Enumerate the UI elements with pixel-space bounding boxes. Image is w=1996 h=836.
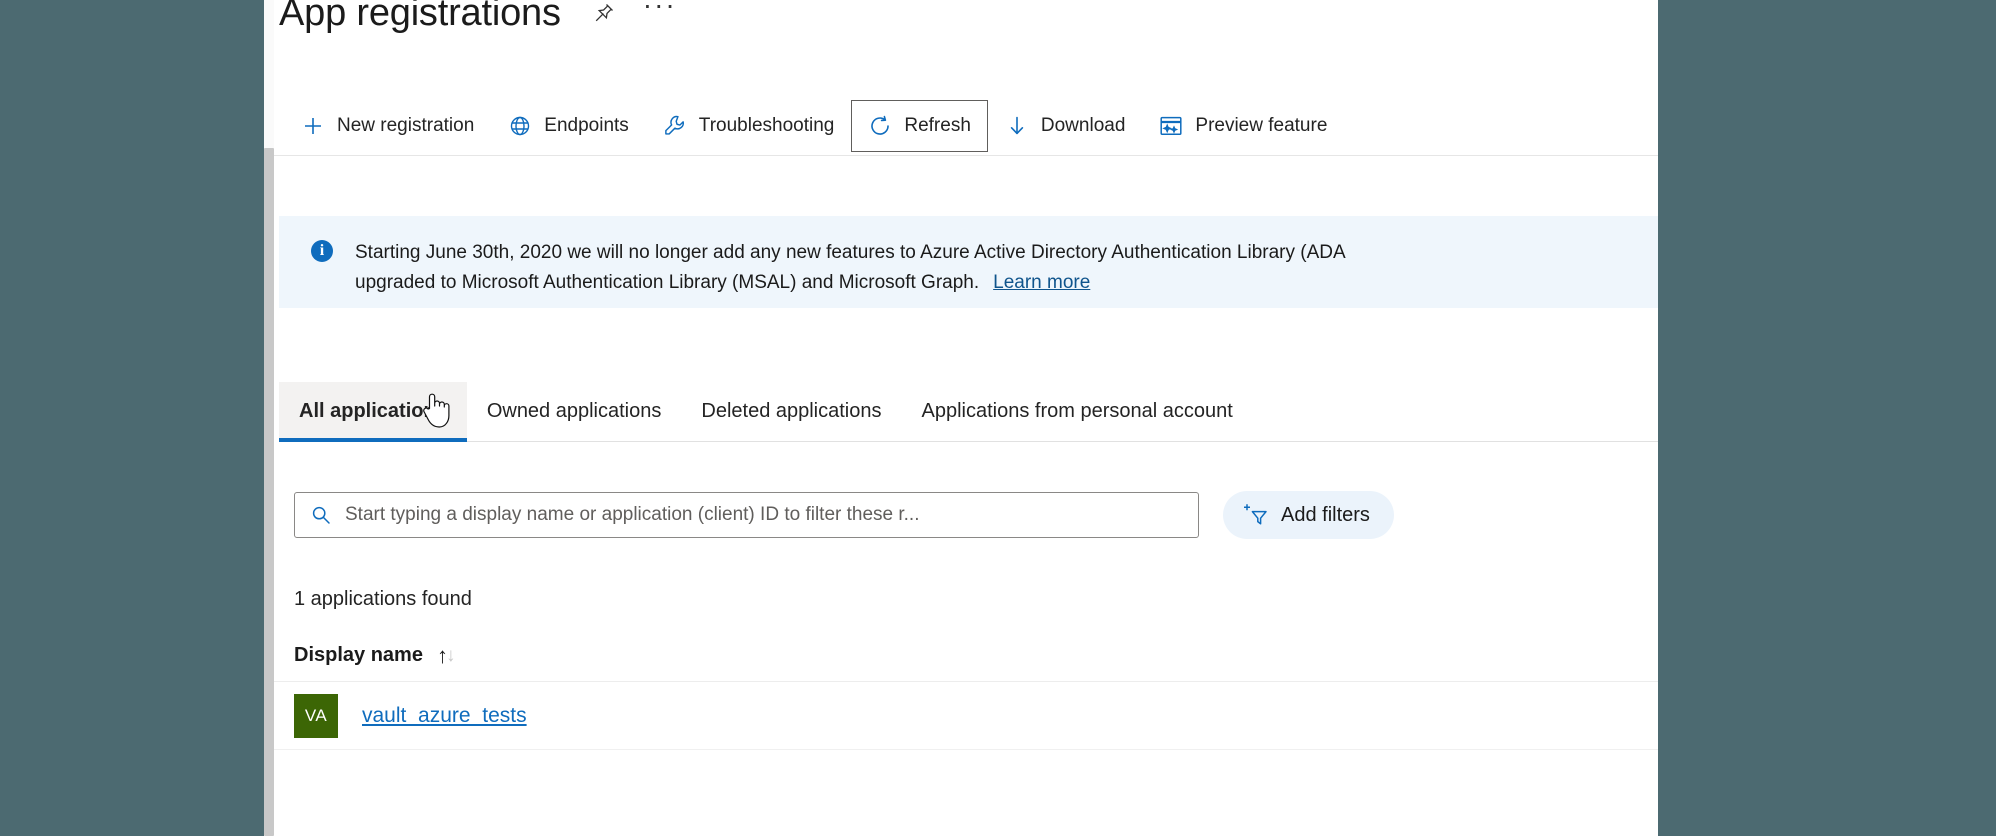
column-header-display-name: Display name	[294, 644, 423, 666]
ellipsis-icon[interactable]: ···	[639, 0, 681, 34]
blade-scrollbar-thumb[interactable]	[264, 148, 274, 836]
tab-deleted-applications-label: Deleted applications	[701, 400, 882, 422]
tab-owned-applications[interactable]: Owned applications	[467, 382, 682, 441]
new-registration-label: New registration	[337, 114, 475, 136]
avatar: VA	[294, 693, 338, 738]
preview-features-button[interactable]: Preview feature	[1142, 100, 1344, 152]
banner-text: Starting June 30th, 2020 we will no long…	[355, 238, 1346, 298]
wrench-icon	[663, 114, 687, 138]
pivot-tabs: All applications Owned applications Dele…	[279, 382, 1658, 442]
app-registrations-blade: App registrations ··· New registration E…	[274, 0, 1658, 836]
banner-line-1: Starting June 30th, 2020 we will no long…	[355, 242, 1346, 263]
search-placeholder: Start typing a display name or applicati…	[345, 504, 920, 525]
pin-icon[interactable]	[583, 0, 625, 34]
endpoints-label: Endpoints	[544, 114, 629, 136]
screen-root: App registrations ··· New registration E…	[0, 0, 1996, 836]
troubleshooting-label: Troubleshooting	[698, 114, 835, 136]
tab-deleted-applications[interactable]: Deleted applications	[681, 382, 901, 441]
tab-applications-from-personal-account-label: Applications from personal account	[921, 400, 1233, 422]
sort-down-arrow: ↓	[445, 645, 456, 666]
refresh-button[interactable]: Refresh	[851, 99, 988, 152]
download-button[interactable]: Download	[988, 100, 1143, 152]
table-row[interactable]: VA vault_azure_tests	[274, 682, 1658, 750]
tab-applications-from-personal-account[interactable]: Applications from personal account	[902, 382, 1253, 441]
blade-title-row: App registrations ···	[274, 0, 681, 44]
troubleshooting-button[interactable]: Troubleshooting	[646, 100, 852, 152]
command-bar: New registration Endpoints Troubleshooti…	[274, 96, 1658, 156]
add-filter-icon	[1243, 502, 1269, 528]
results-count: 1 applications found	[294, 588, 472, 610]
info-icon: i	[311, 240, 333, 262]
search-input[interactable]: Start typing a display name or applicati…	[294, 492, 1199, 538]
table-column-header: Display name ↑ ↓	[274, 630, 1658, 682]
tab-all-applications-label: All applications	[299, 400, 447, 422]
portal-background-left	[0, 0, 264, 836]
download-label: Download	[1040, 114, 1126, 136]
filter-row: Start typing a display name or applicati…	[274, 480, 1658, 550]
refresh-label: Refresh	[904, 114, 971, 136]
adal-deprecation-banner: i Starting June 30th, 2020 we will no lo…	[279, 216, 1658, 308]
new-registration-button[interactable]: New registration	[284, 100, 491, 152]
add-filters-button[interactable]: Add filters	[1223, 491, 1394, 539]
sort-ascending-icon[interactable]: ↑ ↓	[437, 644, 456, 667]
add-filters-label: Add filters	[1281, 503, 1370, 526]
page-title: App registrations	[279, 0, 561, 34]
tab-all-applications[interactable]: All applications	[279, 382, 467, 442]
endpoints-button[interactable]: Endpoints	[491, 100, 646, 152]
download-arrow-icon	[1005, 114, 1029, 138]
refresh-icon	[868, 114, 892, 138]
preview-features-label: Preview feature	[1195, 114, 1328, 136]
plus-icon	[301, 114, 325, 138]
application-name-link[interactable]: vault_azure_tests	[362, 704, 527, 728]
preview-features-icon	[1159, 114, 1183, 138]
banner-line-2-wrap: upgraded to Microsoft Authentication Lib…	[355, 268, 1346, 298]
learn-more-link[interactable]: Learn more	[993, 272, 1090, 293]
tab-owned-applications-label: Owned applications	[486, 400, 662, 422]
search-icon	[311, 505, 331, 525]
globe-icon	[508, 114, 532, 138]
banner-line-2: upgraded to Microsoft Authentication Lib…	[355, 272, 980, 293]
